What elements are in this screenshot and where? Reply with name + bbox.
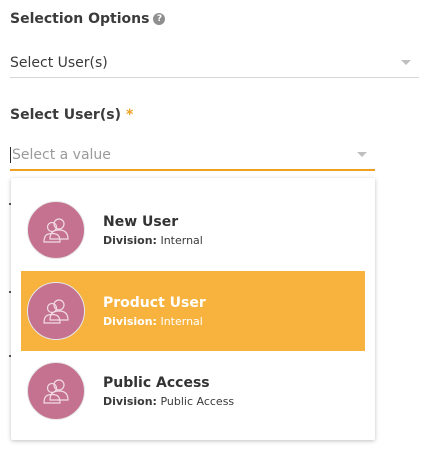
option-division: Division: Internal	[103, 315, 206, 328]
avatar	[27, 201, 85, 259]
selection-options-select[interactable]: Select User(s)	[10, 48, 419, 78]
division-label: Division:	[103, 314, 157, 328]
division-value: Public Access	[160, 394, 235, 408]
help-icon[interactable]: ?	[153, 13, 166, 25]
option-title: New User	[103, 213, 179, 230]
dropdown-option-product-user[interactable]: Product User Division: Internal	[21, 271, 365, 351]
select-users-placeholder: Select a value	[12, 147, 111, 163]
user-dropdown-list: New User Division: Internal Product User…	[11, 178, 375, 440]
division-label: Division:	[103, 233, 157, 247]
chevron-down-icon[interactable]	[357, 152, 367, 157]
division-value: Internal	[160, 233, 203, 247]
selection-options-label: Selection Options ?	[10, 11, 166, 27]
division-value: Internal	[160, 314, 203, 328]
select-users-input[interactable]: Select a value	[10, 141, 375, 171]
option-title: Public Access	[103, 374, 210, 391]
option-division: Division: Internal	[103, 234, 203, 247]
users-icon	[43, 299, 69, 324]
option-title: Product User	[103, 294, 206, 311]
avatar	[27, 282, 85, 340]
form-panel: Selection Options ? Select User(s) Selec…	[0, 0, 432, 449]
chevron-down-icon[interactable]	[401, 59, 411, 65]
select-users-label: Select User(s) *	[10, 107, 133, 123]
required-marker: *	[125, 107, 134, 123]
avatar	[27, 362, 85, 420]
users-icon	[43, 379, 69, 404]
selection-options-label-text: Selection Options	[10, 11, 150, 27]
option-division: Division: Public Access	[103, 395, 234, 408]
text-cursor	[10, 147, 11, 163]
selection-options-value: Select User(s)	[10, 54, 108, 71]
dropdown-option-public-access[interactable]: Public Access Division: Public Access	[21, 351, 365, 431]
dropdown-option-new-user[interactable]: New User Division: Internal	[21, 190, 365, 270]
users-icon	[43, 218, 69, 243]
select-users-label-text: Select User(s)	[10, 107, 121, 123]
division-label: Division:	[103, 394, 157, 408]
